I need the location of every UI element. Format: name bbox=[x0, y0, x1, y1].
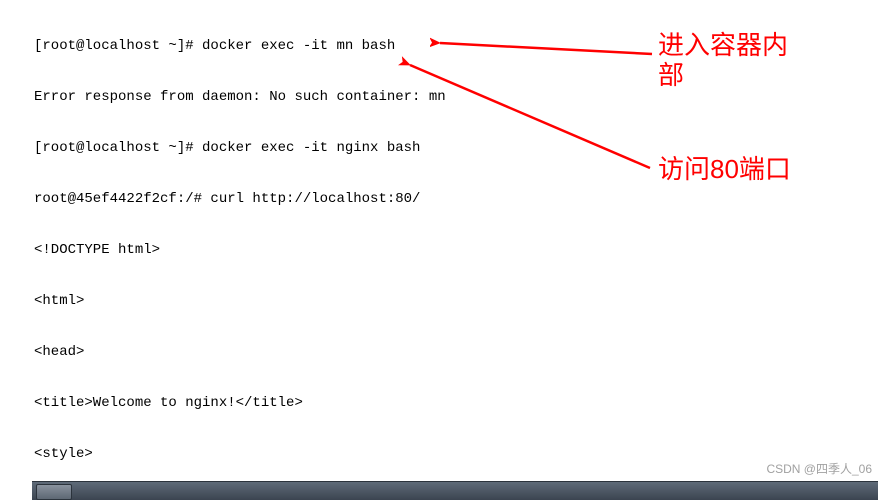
annotation-access-port: 访问80端口 bbox=[658, 154, 791, 184]
terminal-line: <title>Welcome to nginx!</title> bbox=[34, 395, 870, 412]
annotation-enter-container: 进入容器内 部 bbox=[658, 30, 848, 90]
watermark: CSDN @四季人_06 bbox=[766, 461, 872, 478]
taskbar[interactable] bbox=[32, 481, 878, 500]
taskbar-item[interactable] bbox=[36, 484, 72, 500]
terminal-line: root@45ef4422f2cf:/# curl http://localho… bbox=[34, 191, 870, 208]
terminal-line: <html> bbox=[34, 293, 870, 310]
terminal-line: Error response from daemon: No such cont… bbox=[34, 89, 870, 106]
terminal-line: <style> bbox=[34, 446, 870, 463]
left-gutter bbox=[0, 0, 32, 500]
terminal-line: <!DOCTYPE html> bbox=[34, 242, 870, 259]
terminal-line: <head> bbox=[34, 344, 870, 361]
